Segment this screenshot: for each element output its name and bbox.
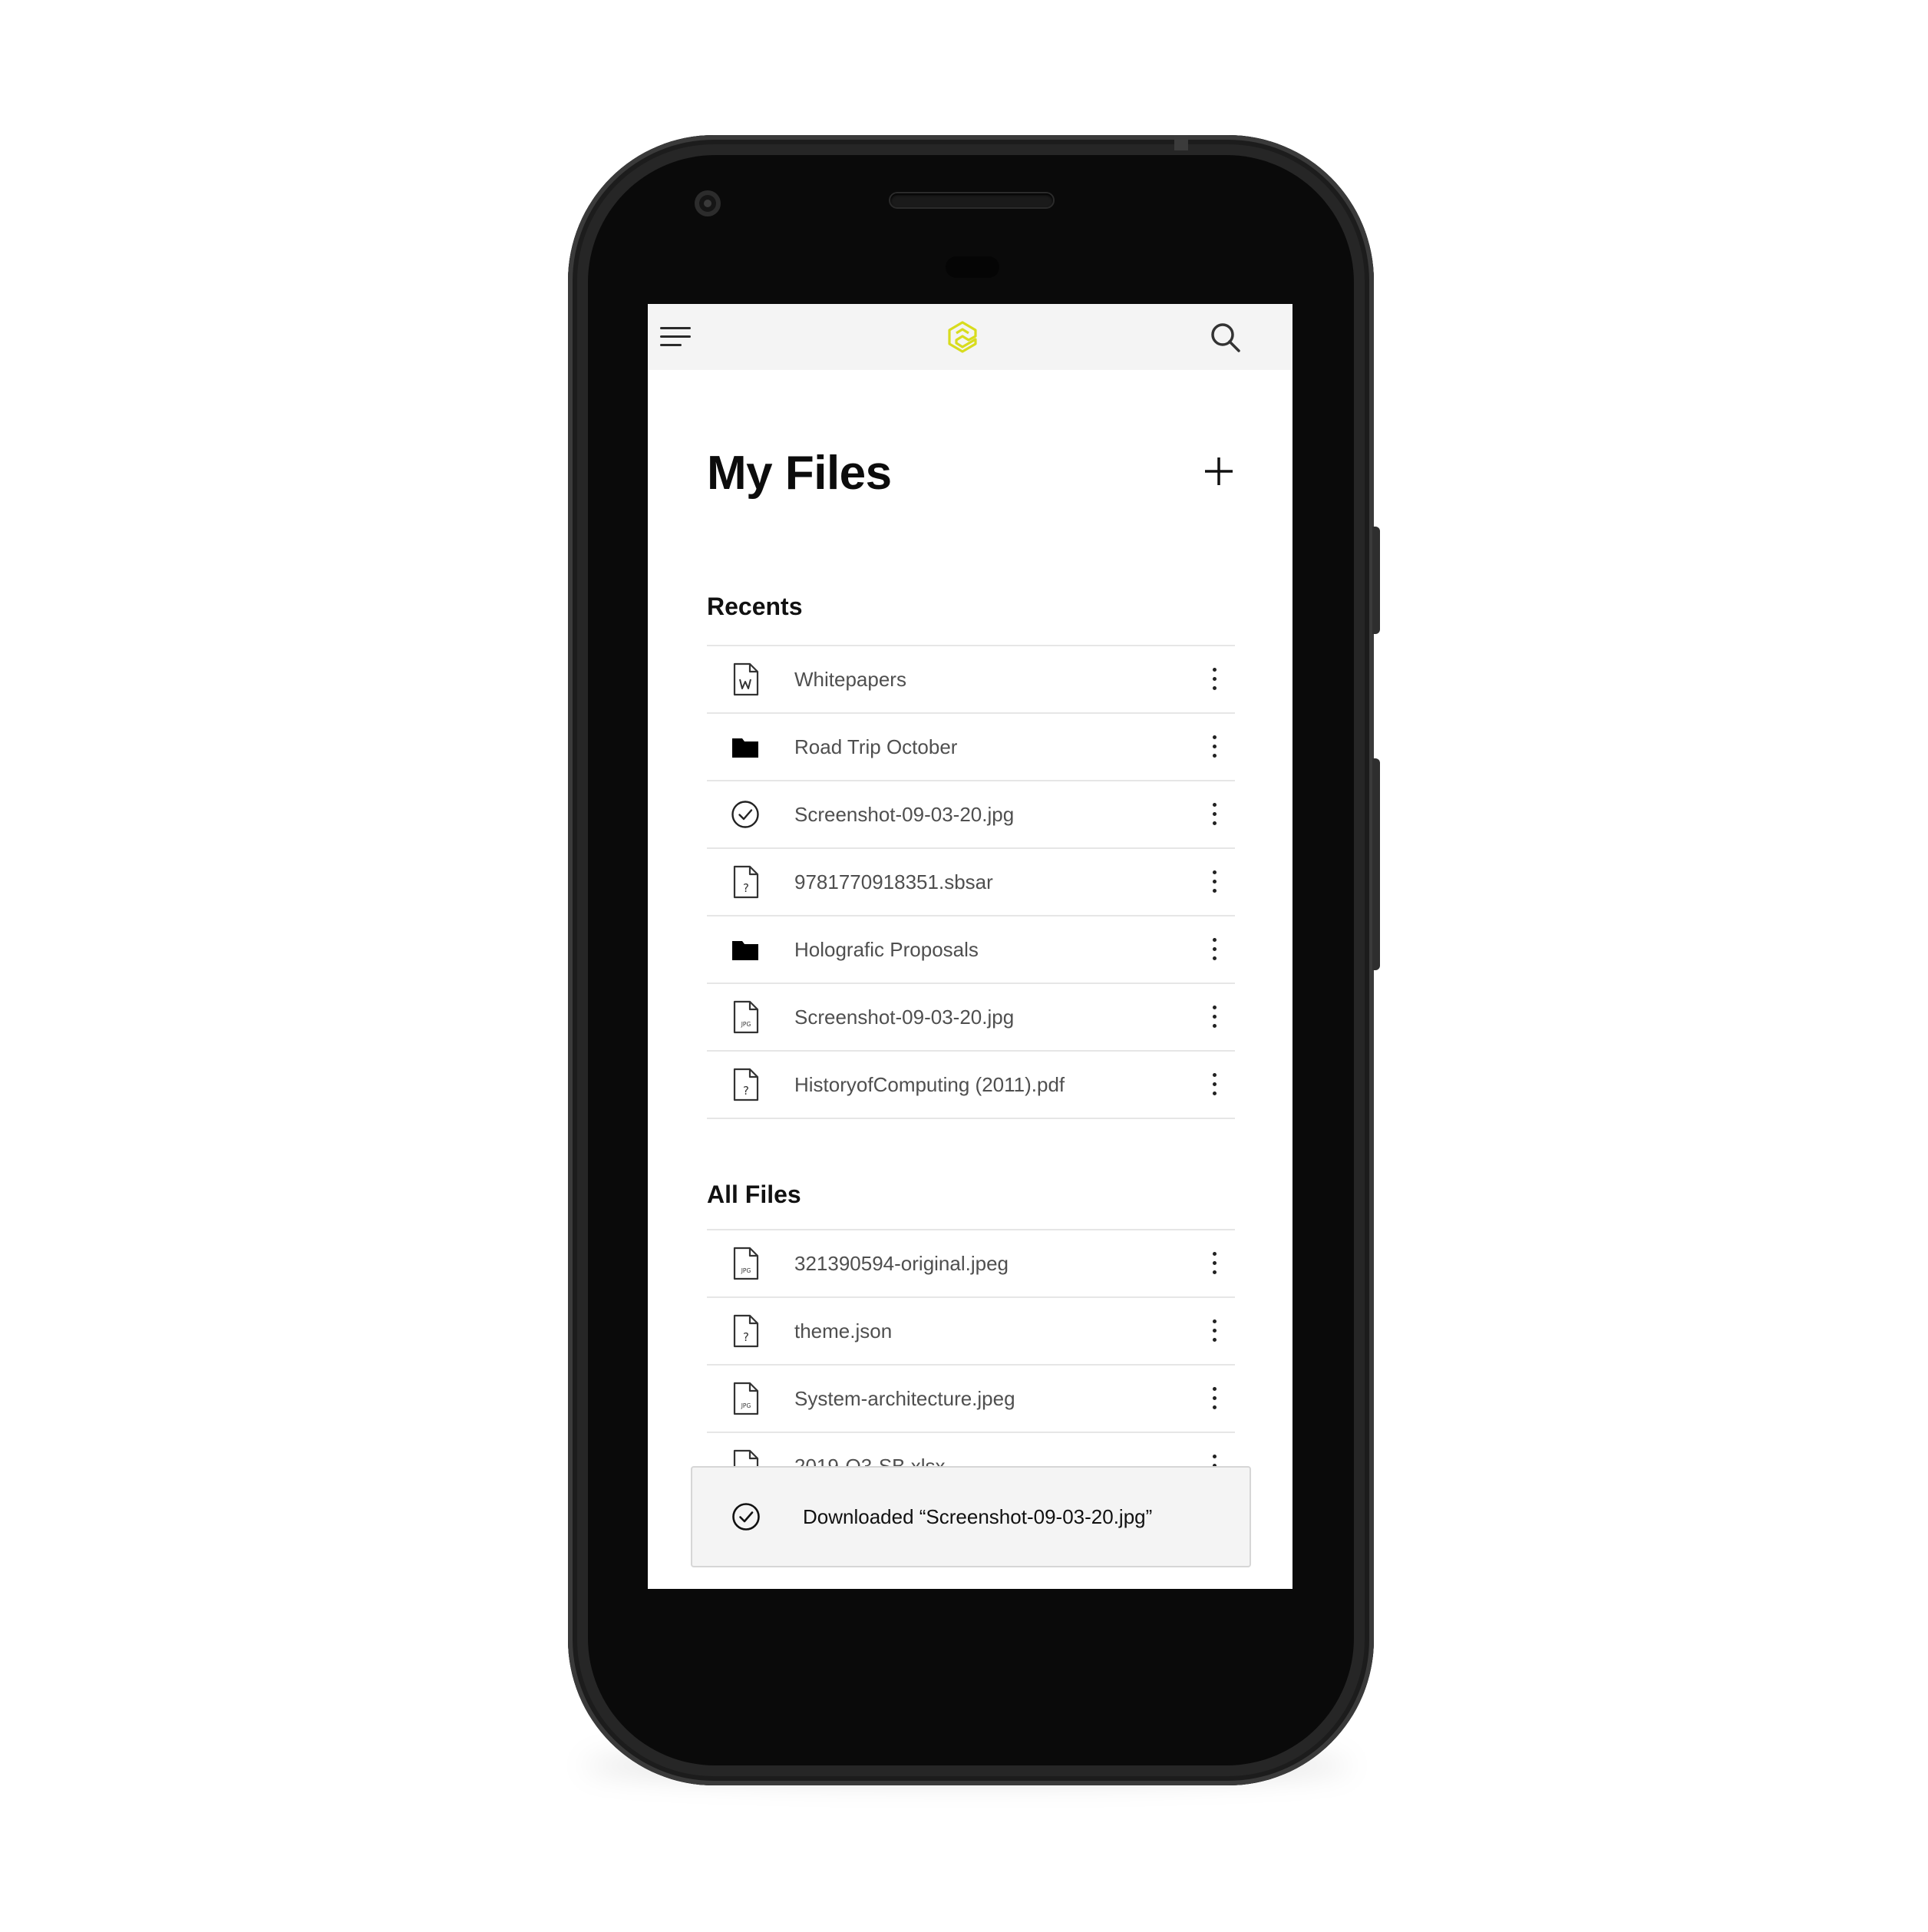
word-document-icon [730,662,761,696]
more-options-icon[interactable] [1203,729,1226,765]
file-icon [730,1449,761,1468]
file-name: Road Trip October [794,735,958,758]
file-name: Screenshot-09-03-20.jpg [794,803,1015,826]
volume-button [1372,758,1380,970]
file-row[interactable]: Whitepapers [707,646,1235,714]
more-options-icon[interactable] [1203,932,1226,967]
file-row[interactable]: ? 9781770918351.sbsar [707,849,1235,916]
file-row[interactable]: 2019-Q3-SB.xlsx [707,1433,1235,1468]
file-row[interactable]: JPG 321390594-original.jpeg [707,1230,1235,1298]
proximity-sensor [946,256,999,278]
unknown-file-icon: ? [730,865,761,899]
svg-text:JPG: JPG [741,1021,751,1028]
svg-text:?: ? [743,1330,749,1344]
svg-text:JPG: JPG [741,1267,751,1274]
front-camera-icon [695,190,721,216]
recents-heading: Recents [707,593,803,620]
check-circle-icon [732,1503,760,1531]
more-options-icon[interactable] [1203,797,1226,832]
power-button [1372,527,1380,634]
more-options-icon[interactable] [1203,1067,1226,1102]
file-row[interactable]: JPG System-architecture.jpeg [707,1366,1235,1433]
file-row[interactable]: JPG Screenshot-09-03-20.jpg [707,984,1235,1052]
file-name: Screenshot-09-03-20.jpg [794,1006,1015,1029]
more-options-icon[interactable] [1203,662,1226,697]
all-files-heading: All Files [707,1181,801,1208]
check-circle-icon [730,798,761,831]
file-name: 2019-Q3-SB.xlsx [794,1455,946,1468]
file-row[interactable]: ? HistoryofComputing (2011).pdf [707,1052,1235,1119]
folder-icon [730,933,761,966]
file-name: Holografic Proposals [794,938,979,961]
file-row[interactable]: Road Trip October [707,714,1235,781]
svg-text:?: ? [743,1084,749,1098]
file-name: 321390594-original.jpeg [794,1252,1009,1275]
file-row[interactable]: Holografic Proposals [707,916,1235,984]
file-row[interactable]: ? theme.json [707,1298,1235,1366]
file-name: System-architecture.jpeg [794,1387,1015,1410]
unknown-file-icon: ? [730,1068,761,1101]
file-name: theme.json [794,1319,893,1342]
svg-text:JPG: JPG [741,1402,751,1409]
file-name: Whitepapers [794,668,906,691]
more-options-icon[interactable] [1203,1448,1226,1468]
jpg-file-icon: JPG [730,1382,761,1415]
more-options-icon[interactable] [1203,864,1226,900]
all-files-list: JPG 321390594-original.jpeg? theme.json JPG… [707,1229,1235,1468]
jpg-file-icon: JPG [730,1000,761,1034]
earpiece-speaker [890,193,1053,207]
file-name: HistoryofComputing (2011).pdf [794,1073,1065,1096]
file-name: 9781770918351.sbsar [794,870,993,893]
file-row[interactable]: Screenshot-09-03-20.jpg [707,781,1235,849]
recents-list: Whitepapers Road Trip October Screenshot-0… [707,645,1235,1119]
svg-text:?: ? [743,881,749,895]
more-options-icon[interactable] [1203,1246,1226,1281]
more-options-icon[interactable] [1203,1313,1226,1349]
more-options-icon[interactable] [1203,999,1226,1035]
more-options-icon[interactable] [1203,1381,1226,1416]
scroll-content[interactable]: Recents Whitepapers Road Trip October Scre… [648,304,1292,1468]
download-toast[interactable]: Downloaded “Screenshot-09-03-20.jpg” [691,1466,1251,1567]
antenna-line [1174,135,1188,150]
unknown-file-icon: ? [730,1314,761,1348]
folder-icon [730,730,761,764]
toast-message: Downloaded “Screenshot-09-03-20.jpg” [803,1505,1153,1528]
app-screen: My Files Recents Whitepapers Road Trip Oc… [648,304,1292,1589]
jpg-file-icon: JPG [730,1247,761,1280]
